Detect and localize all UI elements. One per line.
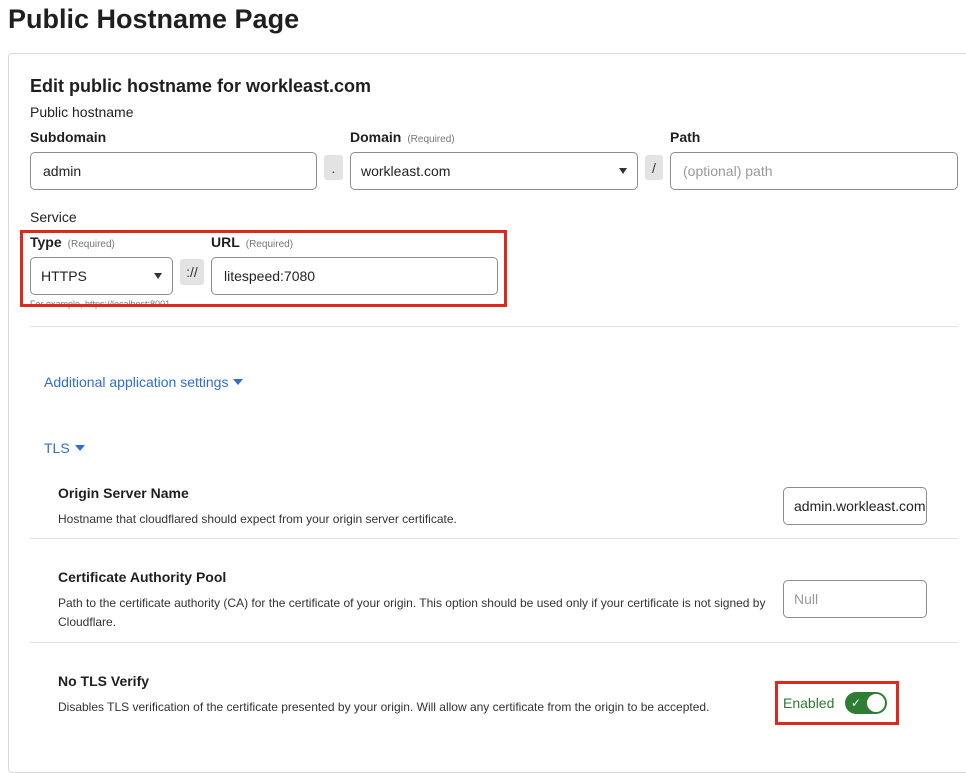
public-hostname-label: Public hostname — [30, 104, 134, 120]
service-label: Service — [30, 209, 77, 225]
domain-label-text: Domain — [350, 129, 402, 145]
domain-value: workleast.com — [361, 163, 451, 179]
caret-down-icon — [233, 379, 244, 385]
dot-separator: . — [324, 155, 343, 180]
no-tls-verify-toggle[interactable]: ✓ — [845, 692, 887, 714]
service-highlight-box — [20, 230, 507, 307]
tls-label: TLS — [44, 440, 70, 456]
check-icon: ✓ — [851, 696, 862, 710]
no-tls-verify-title: No TLS Verify — [58, 673, 150, 689]
origin-server-name-title: Origin Server Name — [58, 485, 189, 501]
origin-server-name-description: Hostname that cloudflared should expect … — [58, 512, 457, 526]
path-label: Path — [670, 129, 701, 145]
no-tls-verify-description: Disables TLS verification of the certifi… — [58, 700, 710, 714]
additional-settings-toggle[interactable]: Additional application settings — [44, 374, 244, 390]
form-title: Edit public hostname for workleast.com — [30, 76, 372, 96]
no-tls-verify-status: Enabled — [783, 695, 835, 711]
domain-required: (Required) — [407, 134, 455, 145]
slash-separator: / — [645, 155, 663, 180]
divider — [30, 642, 958, 643]
page-title: Public Hostname Page — [8, 4, 300, 34]
path-input[interactable]: (optional) path — [670, 152, 958, 190]
path-placeholder: (optional) path — [683, 163, 773, 179]
domain-label: Domain (Required) — [350, 129, 455, 145]
ca-pool-title: Certificate Authority Pool — [58, 569, 227, 585]
additional-settings-label: Additional application settings — [44, 374, 229, 390]
subdomain-input[interactable]: admin — [30, 152, 317, 190]
origin-server-name-input[interactable]: admin.workleast.com — [783, 487, 927, 525]
ca-pool-description: Path to the certificate authority (CA) f… — [58, 596, 766, 629]
ca-pool-input[interactable]: Null — [783, 580, 927, 618]
toggle-knob — [867, 694, 885, 712]
divider — [30, 538, 958, 539]
caret-down-icon — [74, 445, 85, 451]
ca-pool-placeholder: Null — [794, 591, 819, 607]
tls-toggle[interactable]: TLS — [44, 440, 85, 456]
divider — [30, 326, 958, 327]
chevron-down-icon — [619, 168, 627, 174]
subdomain-label: Subdomain — [30, 129, 107, 145]
domain-select[interactable]: workleast.com — [350, 152, 638, 190]
